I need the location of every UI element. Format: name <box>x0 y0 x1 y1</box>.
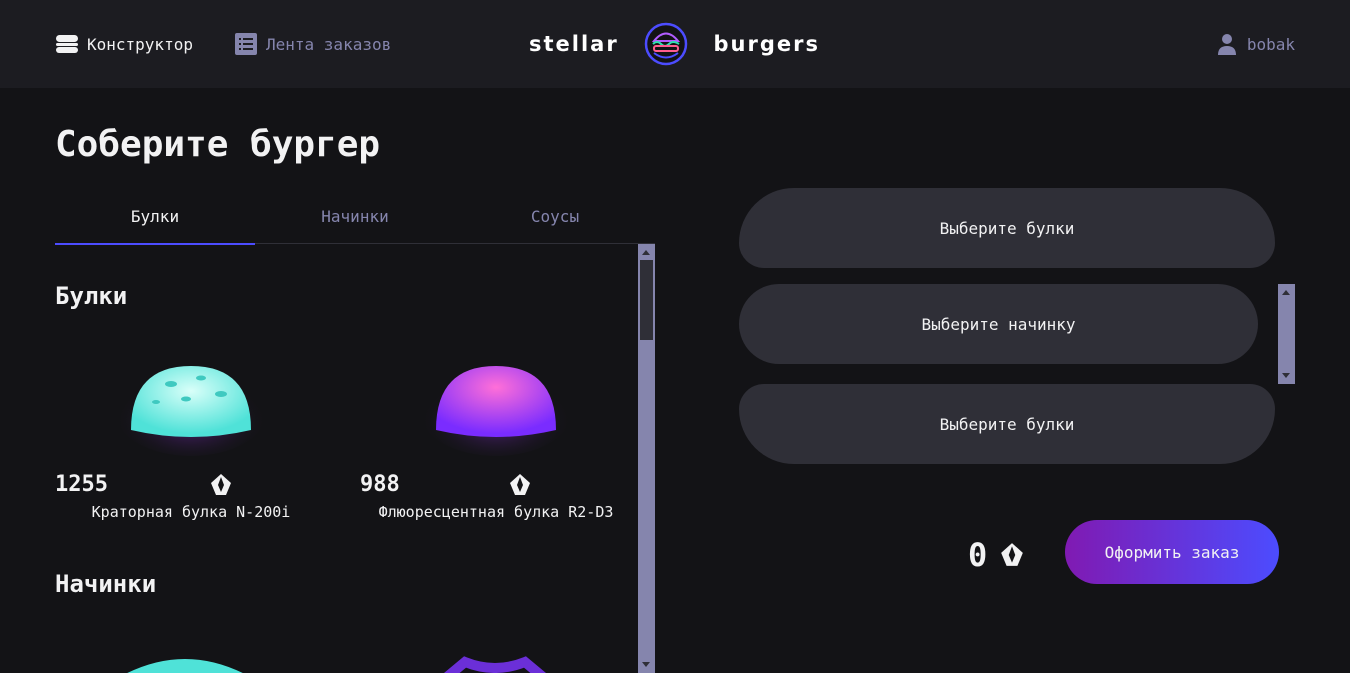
logo-word-right: burgers <box>713 32 820 56</box>
filling-placeholder[interactable]: Выберите начинку <box>739 284 1258 364</box>
profile-label: bobak <box>1246 34 1295 54</box>
nav-constructor-label: Конструктор <box>87 34 193 54</box>
bun-image <box>420 366 572 456</box>
constructor-scrollbar[interactable] <box>1278 284 1295 384</box>
scroll-up-icon[interactable] <box>1282 290 1290 295</box>
nav-constructor-link[interactable]: Конструктор <box>55 32 193 56</box>
nav-feed-link[interactable]: Лента заказов <box>234 32 391 56</box>
nav-feed-label: Лента заказов <box>266 34 392 54</box>
scroll-down-icon[interactable] <box>1282 373 1290 378</box>
tab-buns[interactable]: Булки <box>55 188 255 245</box>
currency-icon <box>211 473 232 495</box>
scrollbar-thumb[interactable] <box>640 260 653 340</box>
ingredient-card[interactable]: 988 Флюоресцентная булка R2-D3 <box>360 344 632 521</box>
app-header: Конструктор Лента заказов stellar burger… <box>0 0 1350 88</box>
price-value: 1255 <box>55 472 108 497</box>
bun-image <box>115 366 267 456</box>
bun-bottom-placeholder[interactable]: Выберите булки <box>739 384 1275 464</box>
page-title: Соберите бургер <box>55 124 381 165</box>
profile-icon <box>1215 32 1239 56</box>
tab-sauces[interactable]: Соусы <box>455 188 655 244</box>
ingredient-name: Флюоресцентная булка R2-D3 <box>378 503 614 521</box>
ingredients-scrollbar[interactable] <box>638 244 655 673</box>
scroll-down-icon[interactable] <box>642 662 650 667</box>
logo[interactable]: stellar burgers <box>529 20 820 68</box>
scroll-up-icon[interactable] <box>642 250 650 255</box>
section-title-fillings: Начинки <box>55 570 157 598</box>
ingredient-price: 988 <box>360 472 632 497</box>
price-value: 988 <box>360 472 400 497</box>
ingredient-tabs: Булки Начинки Соусы <box>55 188 655 245</box>
place-order-button[interactable]: Оформить заказ <box>1065 520 1279 584</box>
currency-icon <box>509 473 530 495</box>
nav-profile-link[interactable]: bobak <box>1215 32 1295 56</box>
order-total: 0 <box>968 536 1025 574</box>
total-value: 0 <box>968 536 988 574</box>
logo-burger-icon <box>644 22 688 66</box>
ingredient-card[interactable]: 1255 Краторная булка N-200i <box>55 344 327 521</box>
list-icon <box>234 32 258 56</box>
filling-image <box>443 656 547 673</box>
ingredients-list: Булки 1255 Краторная булка N-200i 988 Фл… <box>55 244 655 673</box>
tab-fillings[interactable]: Начинки <box>255 188 455 244</box>
burger-icon <box>55 32 79 56</box>
section-title-buns: Булки <box>55 282 128 310</box>
bun-top-placeholder[interactable]: Выберите булки <box>739 188 1275 268</box>
ingredient-name: Краторная булка N-200i <box>91 503 291 521</box>
logo-word-left: stellar <box>529 32 619 56</box>
filling-image <box>127 659 243 673</box>
ingredient-price: 1255 <box>55 472 327 497</box>
currency-icon <box>1001 543 1024 566</box>
